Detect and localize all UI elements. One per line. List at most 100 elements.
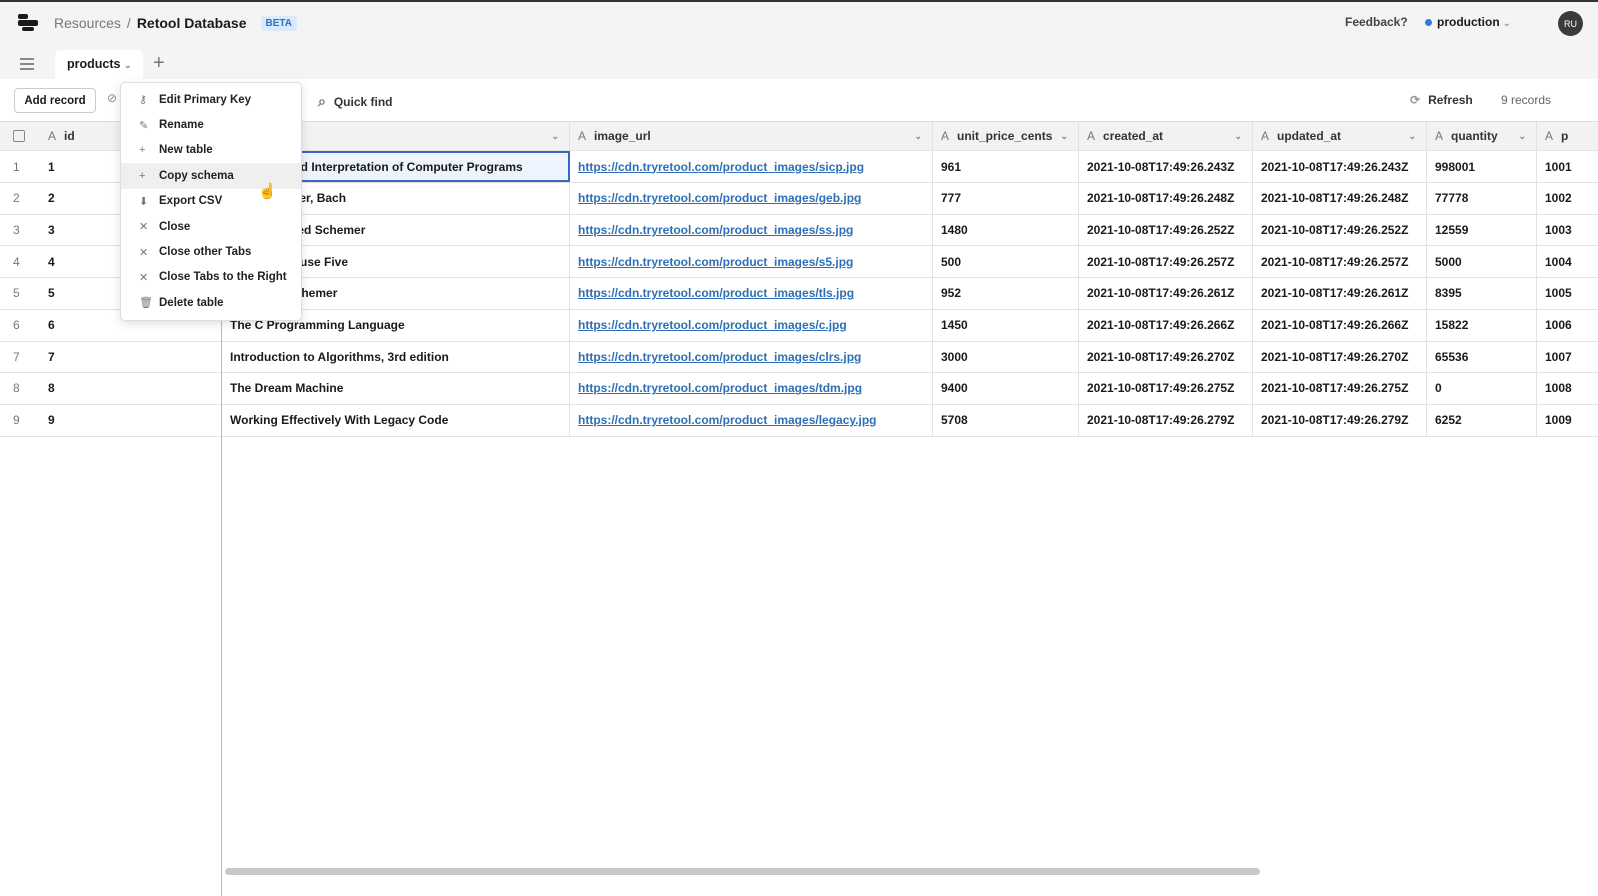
menu-item-close-tabs-to-the-right[interactable]: ✕ Close Tabs to the Right — [121, 265, 301, 290]
table-cell[interactable]: 1450 — [933, 309, 1079, 341]
table-cell[interactable]: 1003 — [1537, 214, 1598, 245]
table-cell[interactable]: 777 — [933, 182, 1079, 214]
image-url-link[interactable]: https://cdn.tryretool.com/product_images… — [578, 413, 877, 427]
table-cell[interactable]: 1005 — [1537, 278, 1598, 309]
table-cell[interactable]: 5000 — [1427, 246, 1537, 278]
horizontal-scrollbar[interactable] — [225, 868, 1260, 875]
table-cell[interactable]: 2021-10-08T17:49:26.279Z — [1253, 404, 1427, 436]
table-cell[interactable]: 961 — [933, 151, 1079, 182]
chevron-down-icon[interactable]: ⌄ — [124, 60, 132, 70]
table-cell[interactable]: https://cdn.tryretool.com/product_images… — [570, 246, 933, 278]
table-cell[interactable]: 2021-10-08T17:49:26.252Z — [1253, 214, 1427, 246]
table-cell[interactable]: The Dream Machine — [222, 372, 570, 404]
table-cell[interactable]: 15822 — [1427, 309, 1537, 341]
add-record-button[interactable]: Add record — [14, 88, 96, 113]
table-cell[interactable]: 1006 — [1537, 310, 1598, 341]
table-cell[interactable]: 2021-10-08T17:49:26.257Z — [1079, 246, 1253, 278]
image-url-link[interactable]: https://cdn.tryretool.com/product_images… — [578, 381, 862, 395]
table-cell[interactable]: 1008 — [1537, 373, 1598, 404]
table-cell[interactable]: 5708 — [933, 404, 1079, 436]
table-cell[interactable]: 1009 — [1537, 405, 1598, 436]
chevron-down-icon[interactable]: ⌄ — [1234, 131, 1242, 142]
table-cell[interactable]: 500 — [933, 246, 1079, 278]
hide-columns-icon[interactable]: ⊘ — [107, 91, 117, 105]
table-cell[interactable]: 2021-10-08T17:49:26.266Z — [1253, 309, 1427, 341]
table-cell[interactable]: 2021-10-08T17:49:26.275Z — [1253, 372, 1427, 404]
chevron-down-icon[interactable]: ⌄ — [551, 131, 559, 142]
table-cell[interactable]: 998001 — [1427, 151, 1537, 182]
column-header[interactable]: Acreated_at ⌄ — [1079, 122, 1253, 150]
table-cell[interactable]: 2021-10-08T17:49:26.248Z — [1253, 182, 1427, 214]
table-cell[interactable]: 2021-10-08T17:49:26.270Z — [1253, 341, 1427, 373]
table-cell[interactable]: 2021-10-08T17:49:26.248Z — [1079, 182, 1253, 214]
column-header[interactable]: Aquantity ⌄ — [1427, 122, 1537, 150]
menu-item-rename[interactable]: ✎ Rename — [121, 112, 301, 137]
row-number[interactable]: 7 — [0, 341, 40, 372]
table-cell[interactable]: 2021-10-08T17:49:26.270Z — [1079, 341, 1253, 373]
table-cell[interactable]: 1480 — [933, 214, 1079, 246]
row-number[interactable]: 2 — [0, 183, 40, 214]
table-cell[interactable]: 0 — [1427, 372, 1537, 404]
table-cell[interactable]: 1002 — [1537, 183, 1598, 214]
menu-icon[interactable] — [20, 58, 34, 73]
menu-item-close-other-tabs[interactable]: ✕ Close other Tabs — [121, 239, 301, 264]
table-cell[interactable]: 2021-10-08T17:49:26.243Z — [1253, 151, 1427, 182]
quick-find-input[interactable]: ⌕ Quick find — [318, 93, 393, 110]
table-cell[interactable]: https://cdn.tryretool.com/product_images… — [570, 372, 933, 404]
menu-item-edit-primary-key[interactable]: ⚷ Edit Primary Key — [121, 87, 301, 112]
row-number[interactable]: 9 — [0, 405, 40, 436]
column-header[interactable]: Ap — [1537, 122, 1598, 150]
menu-item-delete-table[interactable]: 🗑 Delete table — [121, 290, 301, 315]
chevron-down-icon[interactable]: ⌄ — [914, 131, 922, 142]
table-cell[interactable]: 2021-10-08T17:49:26.275Z — [1079, 372, 1253, 404]
table-cell[interactable]: 8395 — [1427, 277, 1537, 309]
table-cell[interactable]: https://cdn.tryretool.com/product_images… — [570, 277, 933, 309]
table-cell[interactable]: 7 — [40, 341, 222, 373]
chevron-down-icon[interactable]: ⌄ — [1408, 131, 1416, 142]
feedback-link[interactable]: Feedback? — [1345, 15, 1408, 29]
table-cell[interactable]: https://cdn.tryretool.com/product_images… — [570, 341, 933, 373]
table-cell[interactable]: 8 — [40, 372, 222, 404]
table-cell[interactable]: 3000 — [933, 341, 1079, 373]
chevron-down-icon[interactable]: ⌄ — [1060, 131, 1068, 142]
image-url-link[interactable]: https://cdn.tryretool.com/product_images… — [578, 160, 864, 174]
environment-selector[interactable]: production ⌄ — [1425, 15, 1511, 29]
table-cell[interactable]: https://cdn.tryretool.com/product_images… — [570, 182, 933, 214]
table-cell[interactable]: 1004 — [1537, 246, 1598, 277]
image-url-link[interactable]: https://cdn.tryretool.com/product_images… — [578, 191, 861, 205]
table-cell[interactable]: 9400 — [933, 372, 1079, 404]
add-tab-icon[interactable]: + — [153, 52, 165, 75]
menu-item-close[interactable]: ✕ Close — [121, 214, 301, 239]
row-number[interactable]: 1 — [0, 151, 40, 182]
row-number[interactable]: 4 — [0, 246, 40, 277]
image-url-link[interactable]: https://cdn.tryretool.com/product_images… — [578, 255, 853, 269]
row-number[interactable]: 5 — [0, 278, 40, 309]
table-cell[interactable]: https://cdn.tryretool.com/product_images… — [570, 151, 933, 182]
table-cell[interactable]: 2021-10-08T17:49:26.261Z — [1079, 277, 1253, 309]
image-url-link[interactable]: https://cdn.tryretool.com/product_images… — [578, 350, 861, 364]
column-header[interactable]: Aupdated_at ⌄ — [1253, 122, 1427, 150]
table-cell[interactable]: Introduction to Algorithms, 3rd edition — [222, 341, 570, 373]
refresh-button[interactable]: ⟳ Refresh — [1410, 93, 1473, 107]
table-cell[interactable]: Working Effectively With Legacy Code — [222, 404, 570, 436]
tab-products[interactable]: products ⌄ — [55, 50, 143, 79]
image-url-link[interactable]: https://cdn.tryretool.com/product_images… — [578, 318, 847, 332]
table-cell[interactable]: 2021-10-08T17:49:26.257Z — [1253, 246, 1427, 278]
table-cell[interactable]: 2021-10-08T17:49:26.243Z — [1079, 151, 1253, 182]
table-cell[interactable]: 77778 — [1427, 182, 1537, 214]
table-cell[interactable]: 65536 — [1427, 341, 1537, 373]
table-cell[interactable]: 2021-10-08T17:49:26.252Z — [1079, 214, 1253, 246]
row-number[interactable]: 6 — [0, 310, 40, 341]
table-cell[interactable]: https://cdn.tryretool.com/product_images… — [570, 309, 933, 341]
menu-item-new-table[interactable]: + New table — [121, 138, 301, 163]
select-all-checkbox[interactable] — [0, 122, 40, 150]
table-cell[interactable]: 2021-10-08T17:49:26.266Z — [1079, 309, 1253, 341]
column-header[interactable]: Aimage_url ⌄ — [570, 122, 933, 150]
retool-logo-icon[interactable] — [18, 14, 38, 32]
table-cell[interactable]: 1001 — [1537, 151, 1598, 182]
image-url-link[interactable]: https://cdn.tryretool.com/product_images… — [578, 223, 853, 237]
table-cell[interactable]: https://cdn.tryretool.com/product_images… — [570, 214, 933, 246]
row-number[interactable]: 3 — [0, 214, 40, 245]
breadcrumb-resources[interactable]: Resources — [54, 15, 121, 31]
table-cell[interactable]: 9 — [40, 404, 222, 436]
